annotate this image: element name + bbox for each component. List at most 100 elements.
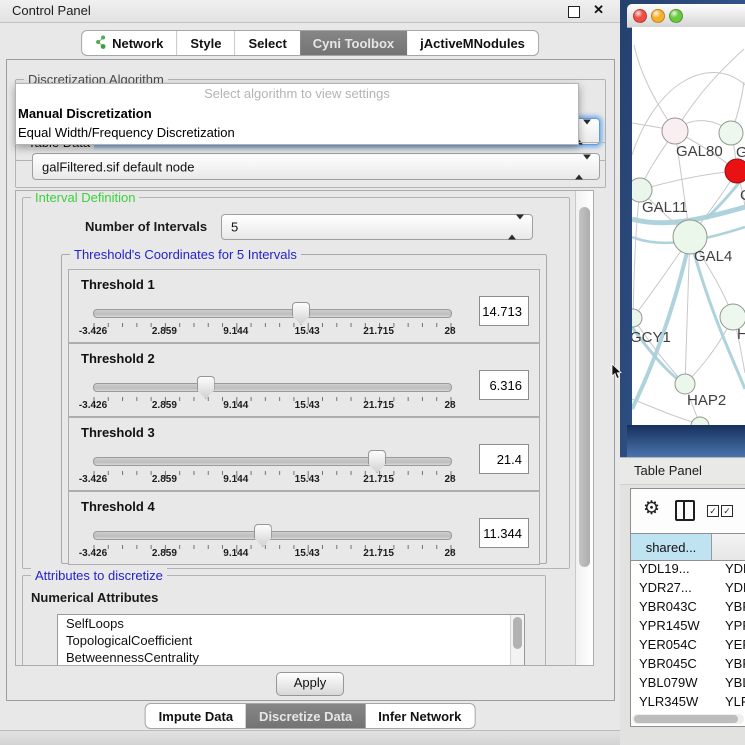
- attributes-group: Attributes to discretize Numerical Attri…: [22, 575, 546, 666]
- dropdown-item[interactable]: Manual Discretization: [16, 104, 578, 123]
- table-row[interactable]: YBR043CYBR0: [631, 597, 745, 616]
- slider-ticks: [93, 319, 452, 337]
- close-icon[interactable]: ✕: [593, 2, 604, 18]
- threshold-label: Threshold 3: [81, 425, 155, 440]
- threshold-slider-track[interactable]: [93, 309, 452, 318]
- slider-tick-label: 2.859: [152, 548, 177, 559]
- attribute-list-item[interactable]: BetweennessCentrality: [58, 649, 524, 666]
- tab-cyni-toolbox[interactable]: Cyni Toolbox: [300, 31, 407, 55]
- table-row[interactable]: YLR345WYLR3: [631, 692, 745, 711]
- slider-ticks: [93, 393, 452, 411]
- network-desktop: GAL80GCGAL11GAL4GCY1HHAP2: [620, 0, 745, 457]
- tab-jactivemnodules[interactable]: jActiveMNodules: [407, 31, 538, 55]
- threshold-value-field[interactable]: [479, 444, 529, 474]
- number-of-intervals-combobox[interactable]: 5: [221, 214, 533, 240]
- attribute-list-item[interactable]: TopologicalCoefficient: [58, 632, 524, 649]
- table-horizontal-scrollbar[interactable]: [632, 714, 744, 724]
- network-node-label: GAL4: [694, 248, 732, 265]
- slider-tick-label: 28: [444, 400, 455, 411]
- column-header-1[interactable]: shared...: [631, 534, 712, 560]
- slider-tick-label: 15.43: [295, 400, 320, 411]
- tab-label: Network: [112, 36, 163, 51]
- number-of-intervals-value: 5: [231, 220, 238, 235]
- threshold-slider-track[interactable]: [93, 457, 452, 466]
- split-columns-icon[interactable]: [675, 500, 695, 521]
- tab-network[interactable]: Network: [82, 31, 176, 55]
- table-row[interactable]: YBL079WYBL0: [631, 673, 745, 692]
- right-region: GAL80GCGAL11GAL4GCY1HHAP2 Table Panel ⚙ …: [620, 0, 745, 745]
- network-node-label: G: [736, 144, 745, 161]
- apply-button[interactable]: Apply: [276, 672, 344, 696]
- threshold-slider-track[interactable]: [93, 531, 452, 540]
- network-canvas[interactable]: GAL80GCGAL11GAL4GCY1HHAP2: [632, 27, 745, 425]
- numerical-attributes-list[interactable]: SelfLoopsTopologicalCoefficientBetweenne…: [57, 614, 525, 666]
- node-table: ⚙ ✓ ✓ shared...na YDL19...YDL1YDR27...YD…: [630, 488, 745, 727]
- network-edge[interactable]: [634, 45, 675, 131]
- slider-tick-label: 21.715: [363, 400, 394, 411]
- scrollbar-thumb[interactable]: [634, 715, 738, 723]
- threshold-value-field[interactable]: [479, 370, 529, 400]
- table-row[interactable]: YPR145WYPR1: [631, 616, 745, 635]
- scrollbar-thumb[interactable]: [513, 617, 522, 649]
- table-row[interactable]: YDL19...YDL1: [631, 559, 745, 578]
- tab-label: Style: [190, 36, 221, 51]
- dropdown-placeholder-item[interactable]: Select algorithm to view settings: [16, 84, 578, 104]
- network-node[interactable]: [632, 309, 642, 327]
- attribute-items: SelfLoopsTopologicalCoefficientBetweenne…: [58, 615, 524, 666]
- cell-name: YBR0: [717, 654, 745, 673]
- scrollbar-thumb[interactable]: [579, 207, 590, 567]
- network-edge[interactable]: [633, 190, 640, 318]
- dropdown-item[interactable]: Equal Width/Frequency Discretization: [16, 123, 578, 142]
- checkbox-icon[interactable]: ✓: [707, 505, 719, 517]
- column-header-2[interactable]: na: [712, 534, 745, 560]
- network-node[interactable]: [719, 121, 743, 145]
- table-row[interactable]: YBR045CYBR0: [631, 654, 745, 673]
- network-node-label: C: [740, 187, 745, 204]
- slider-tick-label: 2.859: [152, 326, 177, 337]
- network-node[interactable]: [691, 417, 709, 425]
- threshold-slider-track[interactable]: [93, 383, 452, 392]
- network-node[interactable]: [675, 374, 695, 394]
- table-data-group: Table Data galFiltered.sif default node: [15, 142, 606, 188]
- table-data-combobox[interactable]: galFiltered.sif default node: [32, 153, 600, 180]
- slider-tick-label: 9.144: [223, 326, 248, 337]
- close-traffic-light[interactable]: [633, 9, 647, 23]
- attributes-scrollbar[interactable]: [510, 615, 524, 665]
- minimize-traffic-light[interactable]: [651, 9, 665, 23]
- slider-tick-label: 15.43: [295, 326, 320, 337]
- network-edge[interactable]: [675, 49, 744, 131]
- settings-scrollbar[interactable]: [575, 191, 593, 665]
- gear-icon[interactable]: ⚙: [643, 497, 660, 520]
- cell-shared-name: YBR045C: [631, 654, 717, 673]
- checkbox-icon[interactable]: ✓: [721, 505, 733, 517]
- control-panel: Control Panel ✕ NetworkStyleSelectCyni T…: [0, 0, 621, 745]
- network-node[interactable]: [662, 118, 688, 144]
- slider-tick-label: 9.144: [223, 474, 248, 485]
- threshold-label: Threshold 4: [81, 499, 155, 514]
- group-title: Attributes to discretize: [31, 568, 167, 583]
- group-title: Interval Definition: [31, 190, 139, 205]
- network-edge[interactable]: [640, 171, 737, 190]
- float-window-icon[interactable]: [568, 6, 580, 18]
- tab-discretize-data[interactable]: Discretize Data: [246, 704, 365, 728]
- slider-tick-label: -3.426: [79, 400, 107, 411]
- table-panel-titlebar: Table Panel: [620, 457, 745, 485]
- network-window-titlebar[interactable]: [627, 4, 745, 28]
- table-row[interactable]: YDR27...YDR2: [631, 578, 745, 597]
- tab-label: Cyni Toolbox: [313, 36, 394, 51]
- threshold-value-field[interactable]: [479, 296, 529, 326]
- table-row[interactable]: YER054CYER0: [631, 635, 745, 654]
- tab-style[interactable]: Style: [176, 31, 234, 55]
- network-node[interactable]: [725, 159, 745, 183]
- tab-select[interactable]: Select: [234, 31, 299, 55]
- tab-impute-data[interactable]: Impute Data: [146, 704, 246, 728]
- slider-tick-label: 21.715: [363, 548, 394, 559]
- network-graph-icon: [95, 35, 107, 52]
- network-node-label: GAL11: [642, 199, 688, 216]
- attribute-list-item[interactable]: SelfLoops: [58, 615, 524, 632]
- tab-infer-network[interactable]: Infer Network: [365, 704, 474, 728]
- interval-definition-group: Interval Definition Number of Intervals …: [22, 197, 570, 569]
- zoom-traffic-light[interactable]: [669, 9, 683, 23]
- cell-name: YBL0: [717, 673, 745, 692]
- threshold-value-field[interactable]: [479, 518, 529, 548]
